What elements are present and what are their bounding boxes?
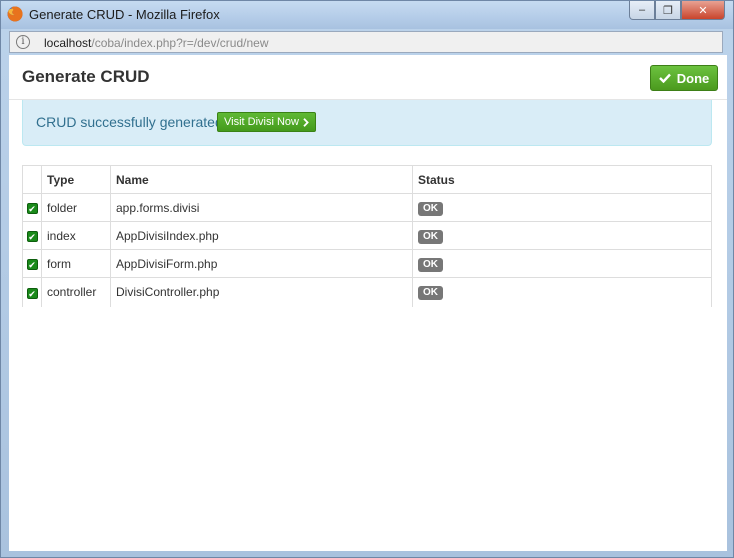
row-checkbox[interactable]: ✔ — [26, 287, 38, 299]
row-type: index — [41, 221, 111, 250]
title-bar[interactable]: Generate CRUD - Mozilla Firefox – ❐ ✕ — [1, 1, 733, 29]
url-text[interactable]: localhost/coba/index.php?r=/dev/crud/new — [44, 36, 269, 50]
visit-button-label: Visit Divisi Now — [224, 116, 299, 128]
row-checkbox-cell: ✔ — [22, 277, 42, 307]
row-checkbox[interactable]: ✔ — [26, 202, 38, 214]
address-bar[interactable]: i localhost/coba/index.php?r=/dev/crud/n… — [9, 31, 723, 53]
restore-button[interactable]: ❐ — [655, 1, 681, 20]
modal-header: Generate CRUD Done — [9, 55, 727, 100]
row-name: app.forms.divisi — [110, 193, 413, 222]
row-checkbox[interactable]: ✔ — [26, 230, 38, 242]
done-button[interactable]: Done — [650, 65, 718, 91]
success-alert: CRUD successfully generated! Visit Divis… — [22, 100, 712, 146]
browser-window: Generate CRUD - Mozilla Firefox – ❐ ✕ i … — [0, 0, 734, 558]
page-title: Generate CRUD — [22, 67, 150, 86]
header-status: Status — [412, 165, 712, 194]
firefox-logo-icon — [7, 6, 23, 22]
row-status-cell: OK — [412, 277, 712, 307]
status-badge: OK — [418, 229, 443, 244]
header-checkbox-col — [22, 165, 42, 194]
row-checkbox-cell: ✔ — [22, 193, 42, 222]
window-title: Generate CRUD - Mozilla Firefox — [29, 7, 220, 22]
close-button[interactable]: ✕ — [681, 1, 725, 20]
table-row: ✔ form AppDivisiForm.php OK — [22, 249, 712, 278]
row-type: form — [41, 249, 111, 278]
window-controls: – ❐ ✕ — [629, 1, 725, 21]
check-icon — [658, 73, 671, 83]
row-checkbox-cell: ✔ — [22, 249, 42, 278]
results-table: Type Name Status ✔ folder app.forms.divi… — [22, 165, 712, 307]
done-button-label: Done — [676, 70, 710, 86]
row-type: folder — [41, 193, 111, 222]
header-name: Name — [110, 165, 413, 194]
row-status-cell: OK — [412, 221, 712, 250]
page-content: Generate CRUD Done CRUD successfully gen… — [9, 55, 727, 551]
url-path: /coba/index.php?r=/dev/crud/new — [91, 36, 269, 50]
alert-message: CRUD successfully generated! — [36, 114, 227, 130]
table-header-row: Type Name Status — [22, 165, 712, 194]
status-badge: OK — [418, 201, 443, 216]
info-icon[interactable]: i — [16, 35, 30, 49]
visit-divisi-button[interactable]: Visit Divisi Now — [217, 112, 316, 132]
row-name: DivisiController.php — [110, 277, 413, 307]
table-row: ✔ folder app.forms.divisi OK — [22, 193, 712, 222]
minimize-button[interactable]: – — [629, 1, 655, 20]
row-type: controller — [41, 277, 111, 307]
status-badge: OK — [418, 286, 443, 301]
row-status-cell: OK — [412, 193, 712, 222]
row-status-cell: OK — [412, 249, 712, 278]
table-row: ✔ controller DivisiController.php OK — [22, 277, 712, 307]
table-row: ✔ index AppDivisiIndex.php OK — [22, 221, 712, 250]
url-host: localhost — [44, 36, 92, 50]
status-badge: OK — [418, 257, 443, 272]
row-name: AppDivisiForm.php — [110, 249, 413, 278]
row-checkbox-cell: ✔ — [22, 221, 42, 250]
row-name: AppDivisiIndex.php — [110, 221, 413, 250]
header-type: Type — [41, 165, 111, 194]
row-checkbox[interactable]: ✔ — [26, 258, 38, 270]
chevron-right-icon — [303, 117, 309, 127]
